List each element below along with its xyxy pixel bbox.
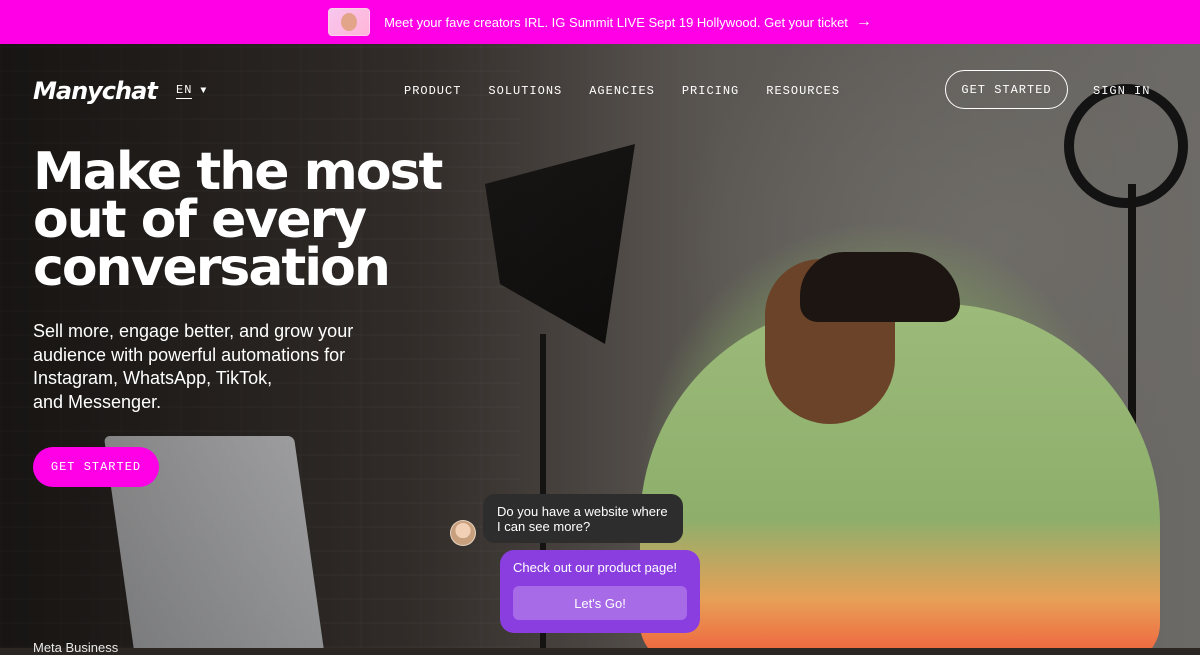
main-menu: PRODUCT SOLUTIONS AGENCIES PRICING RESOU… bbox=[404, 84, 840, 98]
subhead-line: Sell more, engage better, and grow your bbox=[33, 321, 354, 341]
nav-item-agencies[interactable]: AGENCIES bbox=[589, 84, 655, 98]
chat-avatar bbox=[450, 520, 476, 546]
get-started-nav-button[interactable]: GET STARTED bbox=[945, 70, 1068, 109]
top-nav: Manychat EN ▼ PRODUCT SOLUTIONS AGENCIES… bbox=[0, 44, 1200, 136]
person-sweater bbox=[640, 304, 1160, 648]
hero-headline: Make the most out of every conversation bbox=[33, 142, 513, 298]
nav-item-product[interactable]: PRODUCT bbox=[404, 84, 461, 98]
subhead-line: and Messenger. bbox=[33, 391, 162, 412]
subhead-line: audience with powerful automations for bbox=[33, 344, 346, 365]
subhead-line: Instagram, WhatsApp, TikTok, bbox=[33, 368, 273, 388]
chat-question-bubble: Do you have a website where I can see mo… bbox=[483, 494, 683, 543]
headline-line: out of every bbox=[33, 190, 367, 250]
promo-banner[interactable]: Meet your fave creators IRL. IG Summit L… bbox=[0, 0, 1200, 44]
person-hair bbox=[800, 252, 960, 322]
nav-item-solutions[interactable]: SOLUTIONS bbox=[488, 84, 562, 98]
lets-go-button[interactable]: Let's Go! bbox=[513, 586, 687, 620]
language-selector[interactable]: EN ▼ bbox=[176, 83, 207, 99]
hero-subhead: Sell more, engage better, and grow your … bbox=[33, 320, 393, 414]
sign-in-link[interactable]: SIGN IN bbox=[1093, 84, 1150, 98]
manychat-logo[interactable]: Manychat bbox=[33, 77, 158, 105]
chat-answer-text: Check out our product page! bbox=[513, 560, 678, 575]
chat-answer-bubble: Check out our product page! Let's Go! bbox=[500, 550, 700, 633]
chevron-down-icon[interactable]: ▼ bbox=[200, 86, 207, 97]
nav-item-pricing[interactable]: PRICING bbox=[682, 84, 739, 98]
banner-text[interactable]: Meet your fave creators IRL. IG Summit L… bbox=[384, 15, 848, 30]
language-label[interactable]: EN bbox=[176, 83, 193, 99]
get-started-hero-button[interactable]: GET STARTED bbox=[33, 447, 159, 487]
nav-item-resources[interactable]: RESOURCES bbox=[766, 84, 840, 98]
arrow-right-icon[interactable]: → bbox=[856, 13, 872, 31]
headline-line: Make the most bbox=[33, 142, 443, 202]
creator-thumbnail bbox=[328, 8, 371, 36]
headline-line: conversation bbox=[33, 238, 391, 298]
